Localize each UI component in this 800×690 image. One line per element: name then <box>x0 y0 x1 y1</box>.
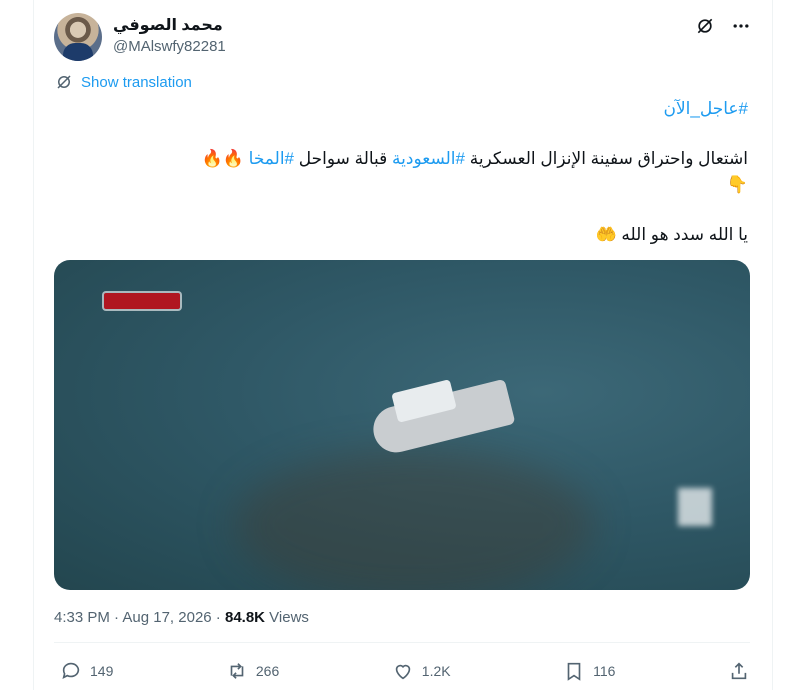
like-count: 1.2K <box>421 663 451 679</box>
heart-icon <box>395 664 411 680</box>
views-label: Views <box>265 609 309 626</box>
pointing-down-emoji: 👇 <box>726 175 748 194</box>
share-icon <box>731 662 747 680</box>
tweet-meta: 4:33 PM · Aug 17, 2026 · 84.8K Views <box>54 609 309 626</box>
display-name[interactable]: محمد الصوفي <box>113 15 223 35</box>
divider <box>54 642 750 643</box>
meta-separator: · <box>211 609 225 626</box>
tweet-line-3: يا الله سدد هو الله 🤲 <box>595 225 748 244</box>
smoke-slick <box>234 450 594 590</box>
repost-count: 266 <box>255 663 280 679</box>
share-button[interactable] <box>728 660 750 682</box>
hashtag-mokha[interactable]: #المخا <box>249 149 294 168</box>
tweet-actions: 149 266 1.2K 116 <box>60 660 750 682</box>
grok-icon[interactable] <box>694 15 716 37</box>
tweet-media-video[interactable] <box>54 260 750 590</box>
show-translation-link[interactable]: Show translation <box>55 73 192 91</box>
hashtag-saudi[interactable]: #السعودية <box>392 149 465 168</box>
reply-icon <box>62 662 80 679</box>
fire-emoji: 🔥🔥 <box>201 149 249 168</box>
views-count: 84.8K <box>224 609 266 626</box>
hashtag-breaking-now[interactable]: #عاجل_الآن <box>663 99 748 118</box>
tweet-text-b: قبالة سواحل <box>294 149 393 168</box>
tweet-text-a: اشتعال واحتراق سفينة الإنزال العسكرية <box>464 149 748 168</box>
bookmark-count: 116 <box>593 663 616 679</box>
tweet-date[interactable]: Aug 17, 2026 <box>122 609 211 626</box>
show-translation-label: Show translation <box>81 73 192 91</box>
bookmark-icon <box>567 662 581 681</box>
user-handle[interactable]: @MAlswfy82281 <box>113 38 226 55</box>
repost-icon <box>230 663 244 679</box>
blurred-watermark <box>678 488 712 526</box>
meta-separator: · <box>109 609 123 626</box>
like-button[interactable]: 1.2K <box>392 660 451 682</box>
more-options-icon[interactable] <box>730 15 752 37</box>
tweet-top-actions <box>694 15 752 37</box>
channel-logo-overlay <box>104 293 180 309</box>
tweet-time[interactable]: 4:33 PM <box>54 609 110 626</box>
repost-button[interactable]: 266 <box>226 660 279 682</box>
bookmark-button[interactable]: 116 <box>563 660 615 682</box>
translate-icon <box>57 75 71 89</box>
tweet-line-1: #عاجل_الآن <box>663 96 748 122</box>
tweet-line-2: اشتعال واحتراق سفينة الإنزال العسكرية #ا… <box>68 146 748 198</box>
reply-button[interactable]: 149 <box>60 660 113 682</box>
reply-count: 149 <box>90 663 114 679</box>
avatar[interactable] <box>54 13 102 61</box>
